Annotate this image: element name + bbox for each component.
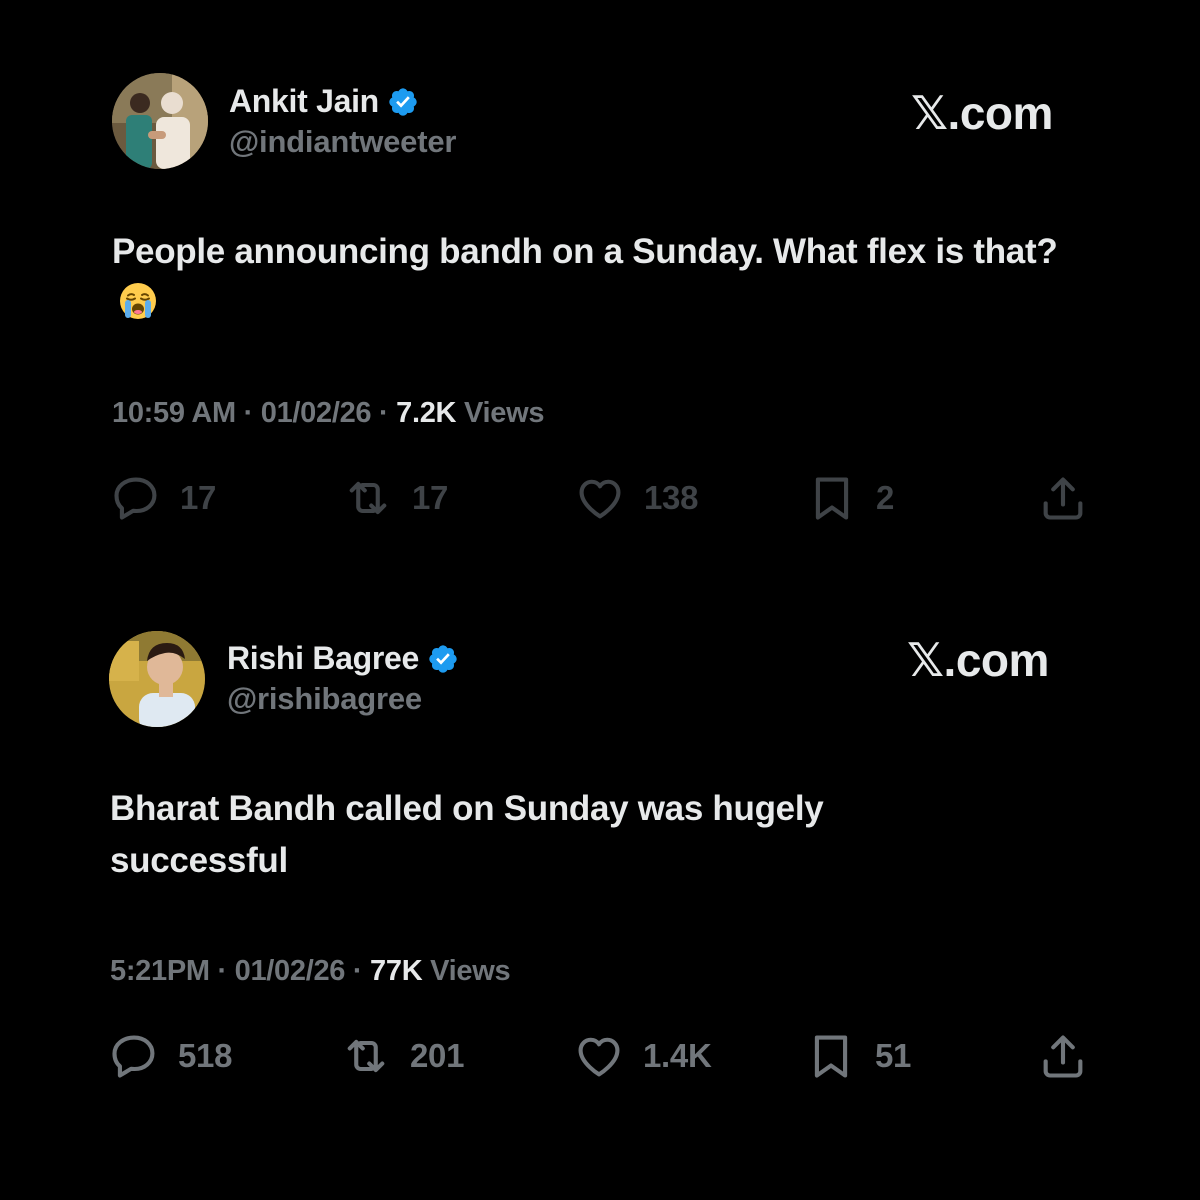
reply-icon [108, 1030, 160, 1082]
tweet-date[interactable]: 01/02/26 [235, 955, 346, 987]
repost-button[interactable]: 201 [340, 1030, 464, 1082]
author-name[interactable]: Rishi Bagree [227, 640, 419, 677]
like-icon [573, 1030, 625, 1082]
tweet-card-2: Rishi Bagree @rishibagree 𝕏.com Bharat B… [0, 0, 1200, 600]
reply-button[interactable]: 518 [108, 1030, 232, 1082]
avatar[interactable] [109, 631, 205, 727]
tweet-meta: 5:21PM · 01/02/26 · 77K Views [110, 955, 511, 988]
meta-separator: · [217, 955, 235, 987]
views-count: 77K [370, 955, 423, 987]
like-button[interactable]: 1.4K [573, 1030, 712, 1082]
repost-count: 201 [410, 1037, 465, 1074]
share-button[interactable] [1037, 1030, 1089, 1082]
tweet-time[interactable]: 5:21PM [110, 955, 210, 987]
repost-icon [340, 1030, 392, 1082]
bookmark-count: 51 [875, 1037, 912, 1074]
bookmark-icon [805, 1030, 857, 1082]
meta-separator: · [352, 955, 371, 987]
bookmark-button[interactable]: 51 [805, 1030, 911, 1082]
reply-count: 518 [178, 1037, 233, 1074]
avatar-photo [109, 631, 205, 727]
verified-badge-icon [427, 643, 459, 675]
share-icon [1037, 1030, 1089, 1082]
brand-watermark: 𝕏.com [907, 634, 1049, 686]
tweet-text: Bharat Bandh called on Sunday was hugely… [110, 789, 824, 880]
views-label: Views [430, 955, 511, 987]
like-count: 1.4K [643, 1037, 712, 1074]
author-handle[interactable]: @rishibagree [227, 681, 422, 717]
